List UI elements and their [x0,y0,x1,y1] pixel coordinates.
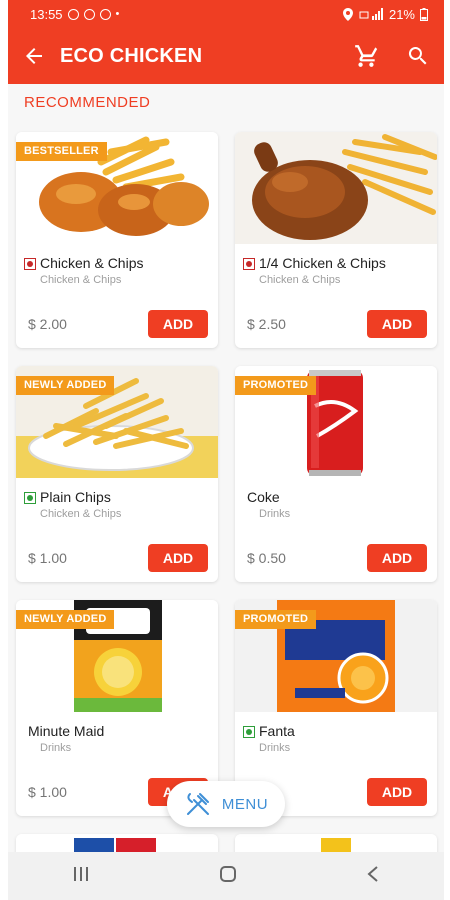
gmail-icon [83,8,95,20]
home-icon [219,865,236,882]
product-price: $ 1.00 [28,784,67,800]
product-price: $ 2.00 [28,316,67,332]
whatsapp-icon [67,8,79,20]
product-name: Plain Chips [40,489,111,505]
back-arrow-icon [26,48,42,64]
menu-button[interactable]: MENU [167,781,285,827]
signal-icon [359,8,383,20]
promoted-badge: PROMOTED [235,610,317,629]
app-screen: 13:55 • 21% ECO CHICKEN RECOMMENDED BEST… [8,0,444,900]
product-category: Chicken & Chips [40,274,122,286]
status-bar: 13:55 • 21% [8,0,444,28]
product-name: 1/4 Chicken & Chips [259,255,386,271]
product-price: $ 1.00 [28,550,67,566]
product-price: $ 2.50 [247,316,286,332]
product-category: Chicken & Chips [40,508,122,520]
recent-apps-button[interactable] [72,866,90,887]
add-button[interactable]: ADD [148,544,208,572]
add-button[interactable]: ADD [367,544,427,572]
section-title: RECOMMENDED [24,94,151,111]
search-button[interactable] [392,28,444,84]
product-name: Fanta [259,723,295,739]
cart-button[interactable] [340,28,392,84]
product-card[interactable]: 1/4 Chicken & Chips Chicken & Chips $ 2.… [235,132,437,348]
veg-icon [24,492,36,504]
battery-percent: 21% [388,6,415,22]
product-category: Drinks [40,742,72,754]
back-button[interactable] [8,28,60,84]
app-bar: ECO CHICKEN [8,28,444,84]
product-card[interactable]: PROMOTED Coke Drinks $ 0.50 ADD [235,366,437,582]
product-card[interactable]: BESTSELLER Chicken & Chips Chicken & Chi… [16,132,218,348]
product-name: Chicken & Chips [40,255,144,271]
location-icon [342,7,353,21]
cart-icon [355,45,378,67]
status-time: 13:55 [30,6,63,22]
product-image [235,132,437,244]
battery-icon [420,7,428,21]
product-name: Coke [247,489,280,505]
menu-label: MENU [221,795,269,813]
system-back-button[interactable] [366,865,380,888]
notification-icon [99,8,111,20]
home-button[interactable] [219,865,237,888]
product-category: Chicken & Chips [259,274,341,286]
back-icon [367,865,378,882]
promoted-badge: PROMOTED [235,376,317,395]
product-category: Drinks [259,742,291,754]
recent-apps-icon [74,866,89,881]
add-button[interactable]: ADD [148,310,208,338]
newly-added-badge: NEWLY ADDED [16,376,115,395]
search-icon [408,47,427,65]
bestseller-badge: BESTSELLER [16,142,107,161]
page-title: ECO CHICKEN [60,44,203,67]
veg-icon [243,726,255,738]
product-name: Minute Maid [28,723,105,739]
system-nav-bar [8,852,444,900]
dot-icon: • [115,8,120,20]
newly-added-badge: NEWLY ADDED [16,610,115,629]
nonveg-icon [243,258,255,270]
utensils-icon [186,793,209,815]
product-category: Drinks [259,508,291,520]
add-button[interactable]: ADD [367,310,427,338]
add-button[interactable]: ADD [367,778,427,806]
product-card[interactable]: NEWLY ADDED Plain Chips Chicken & Chips … [16,366,218,582]
product-price: $ 0.50 [247,550,286,566]
nonveg-icon [24,258,36,270]
